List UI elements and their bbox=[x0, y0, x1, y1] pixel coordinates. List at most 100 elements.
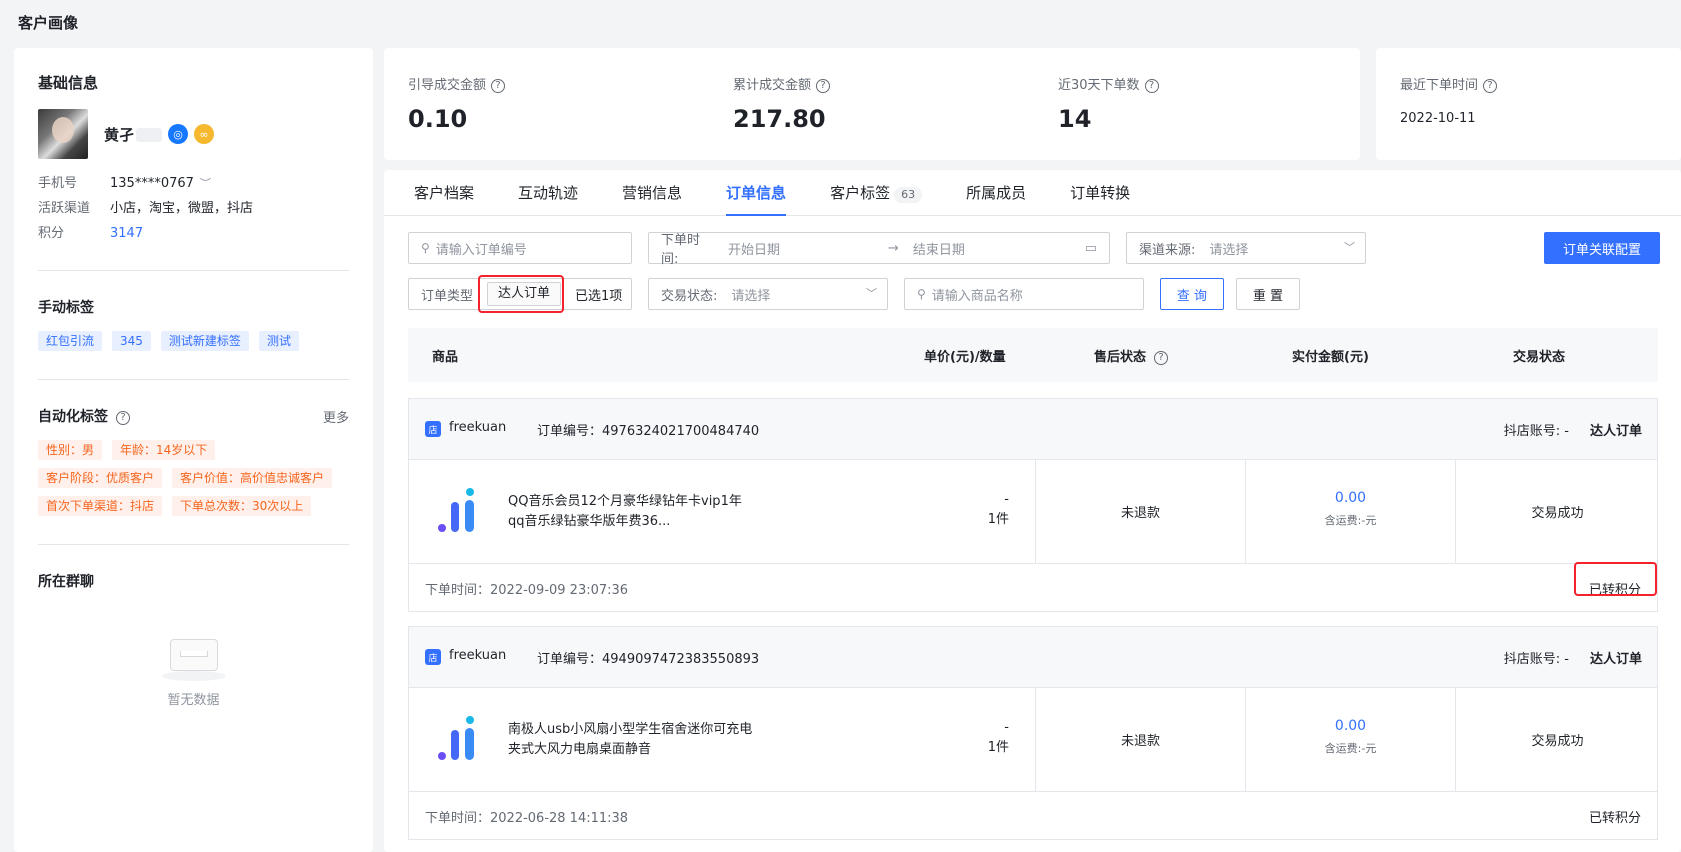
trade-status-select[interactable]: 交易状态: 请选择 ﹀ bbox=[648, 278, 888, 310]
shop-name: freekuan bbox=[449, 648, 507, 663]
query-button[interactable]: 查 询 bbox=[1160, 278, 1224, 310]
page-title: 客户画像 bbox=[18, 14, 79, 32]
shop-icon: 店 bbox=[425, 421, 441, 437]
manual-tag: 测试新建标签 bbox=[160, 331, 249, 351]
order-card: 店 freekuan 订单编号：4949097472383550893 抖店账号… bbox=[408, 626, 1658, 840]
shop-name: freekuan bbox=[449, 420, 507, 435]
tab-members[interactable]: 所属成员 bbox=[966, 170, 1026, 215]
name-mask bbox=[136, 127, 163, 142]
main-panel: 客户档案 互动轨迹 营销信息 订单信息 客户标签 63 所属成员 订单转换 ⚲ 请… bbox=[384, 170, 1681, 852]
unit-price: - bbox=[1004, 720, 1009, 735]
help-icon[interactable]: ? bbox=[1144, 78, 1159, 93]
stat-label-text: 累计成交金额 bbox=[733, 78, 812, 93]
start-date[interactable]: 开始日期 bbox=[728, 239, 888, 258]
stat-30day-orders: 近30天下单数? 14 bbox=[1058, 74, 1159, 133]
channel-link-icon: ∞ bbox=[194, 124, 215, 144]
manual-tag: 345 bbox=[112, 331, 151, 351]
stat-value: 14 bbox=[1058, 105, 1092, 133]
basic-info-title: 基础信息 bbox=[38, 74, 99, 92]
stat-label: 累计成交金额? bbox=[733, 74, 831, 93]
help-icon[interactable]: ? bbox=[1154, 350, 1169, 365]
col-trade-status: 交易状态 bbox=[1513, 350, 1566, 365]
tab-tags[interactable]: 客户标签 63 bbox=[830, 170, 923, 215]
divider bbox=[38, 270, 349, 271]
profile-header: 黄孑 ◎ ∞ bbox=[38, 109, 349, 159]
phone-label: 手机号 bbox=[38, 176, 78, 191]
trade-status-placeholder: 请选择 bbox=[731, 288, 771, 304]
stats-card: 引导成交金额? 0.10 累计成交金额? 217.80 近30天下单数? 14 bbox=[384, 48, 1360, 160]
order-time: 下单时间：2022-06-28 14:11:38 bbox=[425, 811, 629, 826]
more-link[interactable]: 更多 bbox=[323, 407, 349, 426]
chevron-down-icon: ﹀ bbox=[1344, 241, 1355, 254]
auto-tag: 首次下单渠道：抖店 bbox=[38, 496, 163, 516]
paid-amount-cell: 0.00 含运费:-元 bbox=[1246, 718, 1455, 756]
trade-status: 交易成功 bbox=[1531, 506, 1584, 521]
avatar bbox=[38, 109, 88, 159]
tab-interaction[interactable]: 互动轨迹 bbox=[518, 170, 578, 215]
order-card: 店 freekuan 订单编号：4976324021700484740 抖店账号… bbox=[408, 398, 1658, 612]
end-date[interactable]: 结束日期 bbox=[913, 239, 1073, 258]
tab-marketing[interactable]: 营销信息 bbox=[622, 170, 682, 215]
trade-status: 交易成功 bbox=[1531, 734, 1584, 749]
basic-info-fields: 手机号 135****0767 ︶ 活跃渠道 小店，淘宝，微盟，抖店 积分 31… bbox=[38, 175, 349, 242]
help-icon[interactable]: ? bbox=[816, 78, 831, 93]
col-paid-amount: 实付金额(元) bbox=[1292, 350, 1369, 365]
time-label: 下单时间: bbox=[661, 233, 701, 267]
calendar-icon: ▭ bbox=[1084, 240, 1097, 256]
store-account: 抖店账号: - bbox=[1503, 652, 1569, 667]
auto-tags-header: 自动化标签? 更多 bbox=[38, 406, 349, 426]
stat-label-text: 引导成交金额 bbox=[408, 78, 487, 93]
stat-value: 2022-10-11 bbox=[1400, 111, 1476, 126]
channel-select[interactable]: 渠道来源: 请选择 ﹀ bbox=[1126, 232, 1366, 264]
groups-empty-state: 暂无数据 bbox=[38, 635, 349, 708]
order-link-config-button[interactable]: 订单关联配置 bbox=[1544, 232, 1660, 264]
phone-row: 手机号 135****0767 ︶ bbox=[38, 175, 349, 192]
paid-amount-cell: 0.00 含运费:-元 bbox=[1246, 490, 1455, 528]
groups-title-text: 所在群聊 bbox=[38, 574, 94, 590]
customer-name-text: 黄孑 bbox=[104, 125, 135, 144]
quantity: 1件 bbox=[987, 512, 1009, 527]
product-name[interactable]: QQ音乐会员12个月豪华绿钻年卡vip1年 qq音乐绿钻豪华版年费36... bbox=[508, 492, 758, 532]
auto-tag: 客户阶段：优质客户 bbox=[38, 468, 163, 488]
arrow-right-icon: → bbox=[887, 240, 899, 256]
refund-status: 未退款 bbox=[1120, 734, 1160, 749]
channel-row: 活跃渠道 小店，淘宝，微盟，抖店 bbox=[38, 200, 349, 217]
product-name-input[interactable]: ⚲ 请输入商品名称 bbox=[904, 278, 1144, 310]
points-row: 积分 3147 bbox=[38, 225, 349, 242]
help-icon[interactable]: ? bbox=[1483, 78, 1498, 93]
tab-orders[interactable]: 订单信息 bbox=[726, 170, 787, 216]
order-number: 订单编号：4976324021700484740 bbox=[537, 424, 760, 439]
stat-label-text: 近30天下单数 bbox=[1058, 78, 1140, 93]
product-name[interactable]: 南极人usb小风扇小型学生宿舍迷你可充电夹式大风力电扇桌面静音 bbox=[508, 720, 758, 760]
manual-tags-list: 红包引流 345 测试新建标签 测试 bbox=[38, 331, 349, 351]
order-no-placeholder: 请输入订单编号 bbox=[435, 242, 527, 258]
channel-value: 小店，淘宝，微盟，抖店 bbox=[110, 201, 254, 216]
price-qty-cell: - 1件 bbox=[949, 718, 1009, 758]
order-time: 下单时间：2022-09-09 23:07:36 bbox=[425, 583, 629, 598]
order-no-input[interactable]: ⚲ 请输入订单编号 bbox=[408, 232, 632, 264]
channel-label: 活跃渠道 bbox=[38, 201, 91, 216]
auto-tag: 客户价值：高价值忠诚客户 bbox=[172, 468, 333, 488]
order-type-label: 订单类型 bbox=[421, 288, 474, 304]
search-icon: ⚲ bbox=[917, 287, 926, 301]
auto-tags-title: 自动化标签? bbox=[38, 406, 130, 426]
stat-label-text: 最近下单时间 bbox=[1400, 78, 1479, 93]
empty-inbox-icon bbox=[161, 635, 226, 681]
order-time-range-picker[interactable]: 下单时间: 开始日期 → 结束日期 ▭ bbox=[648, 232, 1110, 267]
channel-filter-label: 渠道来源: bbox=[1139, 242, 1196, 258]
points-value[interactable]: 3147 bbox=[110, 225, 143, 242]
col-product: 商品 bbox=[432, 350, 459, 365]
points-label: 积分 bbox=[38, 226, 65, 241]
tab-order-convert[interactable]: 订单转换 bbox=[1070, 170, 1130, 215]
reset-button[interactable]: 重 置 bbox=[1236, 278, 1300, 310]
help-icon[interactable]: ? bbox=[491, 78, 506, 93]
eye-closed-icon[interactable]: ︶ bbox=[200, 175, 211, 192]
tab-tags-label: 客户标签 bbox=[830, 184, 891, 202]
order-footer: 下单时间：2022-06-28 14:11:38 已转积分 bbox=[409, 791, 1657, 839]
help-icon[interactable]: ? bbox=[116, 410, 130, 425]
tab-profile[interactable]: 客户档案 bbox=[414, 170, 474, 215]
store-account: 抖店账号: - bbox=[1503, 424, 1569, 439]
stat-label: 最近下单时间? bbox=[1400, 74, 1498, 93]
auto-tags-list: 性别：男 年龄：14岁以下 客户阶段：优质客户 客户价值：高价值忠诚客户 首次下… bbox=[38, 440, 349, 516]
col-refund-status-text: 售后状态 bbox=[1094, 350, 1147, 365]
